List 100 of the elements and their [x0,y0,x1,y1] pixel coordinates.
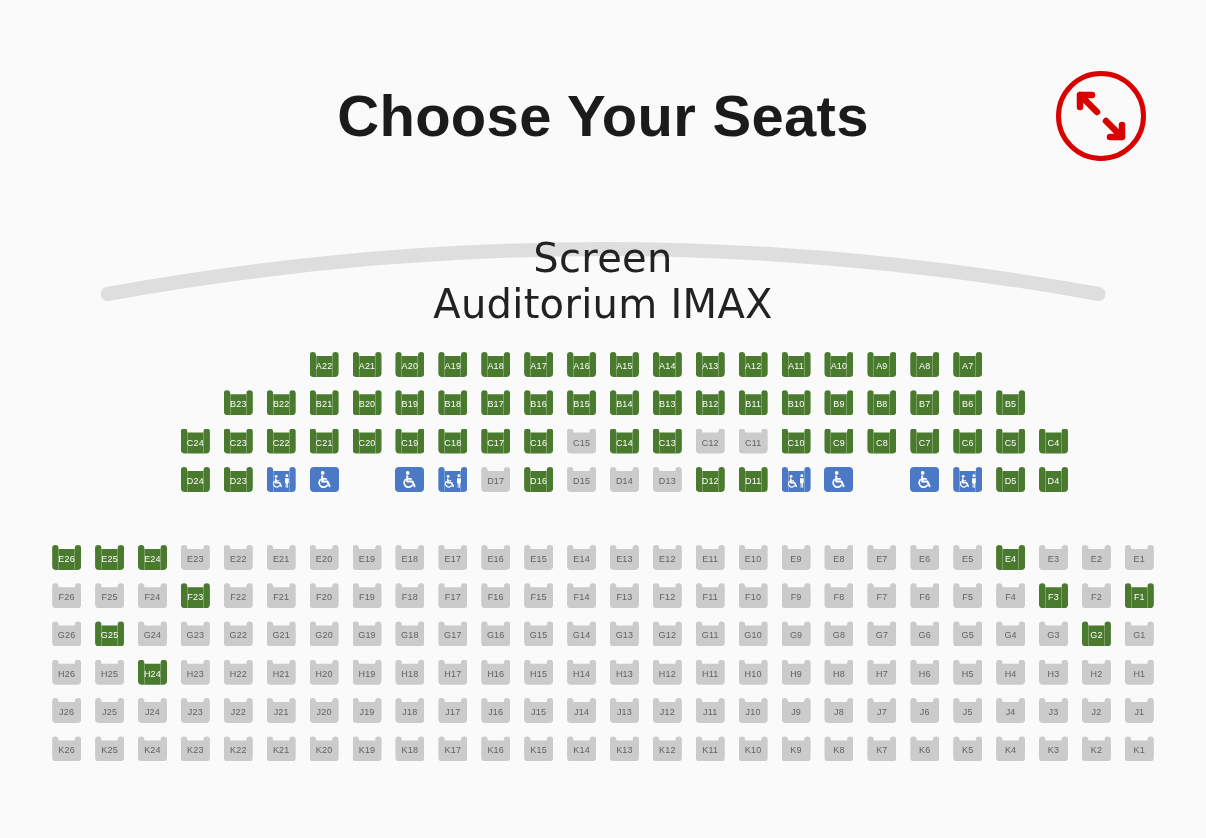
seat[interactable]: B17 [481,390,511,416]
seat[interactable]: G24 [138,621,167,647]
seat[interactable]: G22 [223,621,253,647]
seat[interactable]: H14 [567,659,597,685]
seat[interactable]: E16 [481,544,511,570]
seat[interactable]: G10 [738,621,768,647]
seat[interactable]: C21 [309,428,339,454]
seat[interactable]: K25 [95,736,125,762]
seat[interactable]: C4 [1039,428,1068,454]
seat[interactable]: B8 [867,390,897,416]
seat[interactable]: F8 [824,583,854,609]
seat[interactable]: H18 [395,659,425,685]
seat[interactable]: H3 [1039,659,1068,685]
seat[interactable]: C19 [395,428,425,454]
seat[interactable]: A9 [867,352,897,377]
seat[interactable]: H26 [52,659,82,685]
seat[interactable]: K2 [1081,736,1111,762]
seat[interactable]: B12 [695,390,725,416]
seat[interactable]: E17 [438,544,468,570]
seat[interactable]: H5 [953,659,983,685]
seat[interactable]: J23 [180,698,210,724]
seat[interactable]: J7 [867,698,897,724]
seat[interactable]: B18 [438,390,468,416]
seat[interactable]: D14 [609,466,639,492]
wheelchair-seat[interactable] [395,466,425,492]
seat[interactable]: A15 [609,352,639,377]
seat[interactable]: G16 [481,621,511,647]
seat[interactable]: F16 [481,583,511,609]
seat[interactable]: E3 [1039,544,1068,570]
seat[interactable]: F24 [138,583,167,609]
seat[interactable]: C12 [695,428,725,454]
seat[interactable]: B16 [524,390,554,416]
seat[interactable]: H8 [824,659,854,685]
seat[interactable]: E23 [180,544,210,570]
seat[interactable]: G4 [996,621,1026,647]
seat[interactable]: K14 [567,736,597,762]
seat[interactable]: C24 [180,428,210,454]
seat[interactable]: D4 [1039,466,1068,492]
seat[interactable]: J1 [1124,698,1154,724]
seat[interactable]: H24 [138,659,167,685]
seat[interactable]: F5 [953,583,983,609]
seat[interactable]: G14 [567,621,597,647]
seat[interactable]: K4 [996,736,1026,762]
seat[interactable]: C13 [652,428,682,454]
seat[interactable]: G18 [395,621,425,647]
wheelchair-seat[interactable] [824,466,854,492]
seat[interactable]: K24 [138,736,167,762]
seat[interactable]: E7 [867,544,897,570]
seat[interactable]: H23 [180,659,210,685]
seat[interactable]: C14 [609,428,639,454]
seat[interactable]: E24 [138,544,167,570]
seat[interactable]: J18 [395,698,425,724]
seat[interactable]: B7 [910,390,940,416]
seat[interactable]: D24 [180,466,210,492]
seat[interactable]: J17 [438,698,468,724]
seat[interactable]: G25 [95,621,125,647]
seat[interactable]: K20 [309,736,339,762]
seat[interactable]: B23 [223,390,253,416]
seat[interactable]: F1 [1124,583,1154,609]
seat[interactable]: K1 [1124,736,1154,762]
seat[interactable]: K10 [738,736,768,762]
seat[interactable]: A12 [738,352,768,377]
seat[interactable]: F12 [652,583,682,609]
seat[interactable]: J14 [567,698,597,724]
seat[interactable]: E18 [395,544,425,570]
seat[interactable]: G17 [438,621,468,647]
seat[interactable]: D23 [223,466,253,492]
seat[interactable]: H15 [524,659,554,685]
seat[interactable]: K15 [524,736,554,762]
seat[interactable]: E12 [652,544,682,570]
seat[interactable]: E21 [266,544,296,570]
wheelchair-seat[interactable] [309,466,339,492]
seat[interactable]: E22 [223,544,253,570]
seat[interactable]: F22 [223,583,253,609]
seat[interactable]: H10 [738,659,768,685]
seat[interactable]: G21 [266,621,296,647]
seat[interactable]: A17 [524,352,554,377]
seat[interactable]: J8 [824,698,854,724]
seat[interactable]: K19 [352,736,382,762]
seat[interactable]: F2 [1081,583,1111,609]
seat[interactable]: E25 [95,544,125,570]
companion-seat[interactable] [438,466,468,492]
seat[interactable]: H19 [352,659,382,685]
seat[interactable]: B19 [395,390,425,416]
seat[interactable]: H21 [266,659,296,685]
seat[interactable]: J13 [609,698,639,724]
seat[interactable]: H2 [1081,659,1111,685]
seat[interactable]: G8 [824,621,854,647]
seat[interactable]: B9 [824,390,854,416]
seat[interactable]: G6 [910,621,940,647]
seat[interactable]: C11 [738,428,768,454]
seat[interactable]: J24 [138,698,167,724]
seat[interactable]: F7 [867,583,897,609]
seat[interactable]: J5 [953,698,983,724]
seat[interactable]: D11 [738,466,768,492]
seat[interactable]: F23 [180,583,210,609]
seat[interactable]: H9 [781,659,811,685]
seat[interactable]: F18 [395,583,425,609]
seat[interactable]: G11 [695,621,725,647]
seat[interactable]: C7 [910,428,940,454]
